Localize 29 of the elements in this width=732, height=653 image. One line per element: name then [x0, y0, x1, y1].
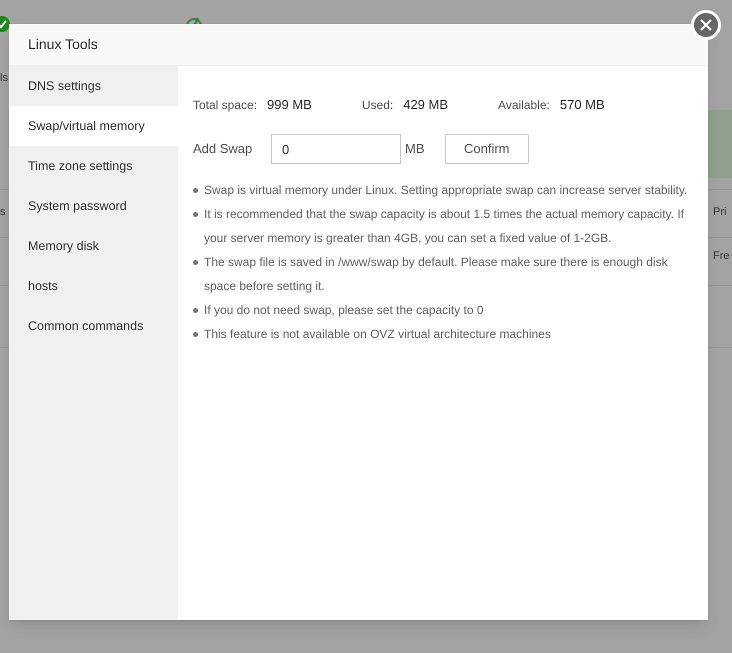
- bullet-icon: [193, 188, 198, 193]
- stat-value: 429 MB: [403, 96, 448, 114]
- field-label: Add Swap: [193, 140, 254, 158]
- close-icon: [700, 19, 712, 31]
- bullet-icon: [193, 332, 198, 337]
- stat-label: Used:: [362, 97, 394, 114]
- close-button[interactable]: [691, 10, 721, 40]
- bullet-icon: [193, 308, 198, 313]
- note-text: It is recommended that the swap capacity is about 1.5 times the actual memory capacity. If your server memory is greater than 4GB, you can set a fixed value of 1-2GB.: [204, 206, 685, 247]
- note-text: This feature is not available on OVZ virtual architecture machines: [204, 326, 551, 343]
- stat-label: Available:: [498, 97, 550, 114]
- stat-value: 999 MB: [267, 96, 312, 114]
- background-panel: [708, 110, 732, 178]
- bullet-icon: [193, 260, 198, 265]
- background-text: Pri: [713, 205, 726, 220]
- unit-label: MB: [405, 140, 426, 158]
- background-text: ls: [0, 71, 8, 86]
- note-text: If you do not need swap, please set the capacity to 0: [204, 302, 484, 319]
- stat-label: Total space:: [193, 97, 258, 114]
- dialog-title: Linux Tools: [28, 35, 98, 54]
- bullet-icon: [193, 212, 198, 217]
- note-text: The swap file is saved in /www/swap by default. Please make sure there is enough disk space before setting it.: [204, 254, 669, 295]
- background-text: Fre: [713, 249, 730, 264]
- sidebar-item[interactable]: Swap/virtual memory: [9, 106, 178, 146]
- background-text: s: [0, 205, 6, 220]
- note-text: Swap is virtual memory under Linux. Setting appropriate swap can increase server stability.: [204, 182, 688, 199]
- stat-value: 570 MB: [560, 96, 605, 114]
- confirm-button[interactable]: Confirm: [445, 134, 529, 164]
- swap-size-field[interactable]: 0: [271, 134, 401, 164]
